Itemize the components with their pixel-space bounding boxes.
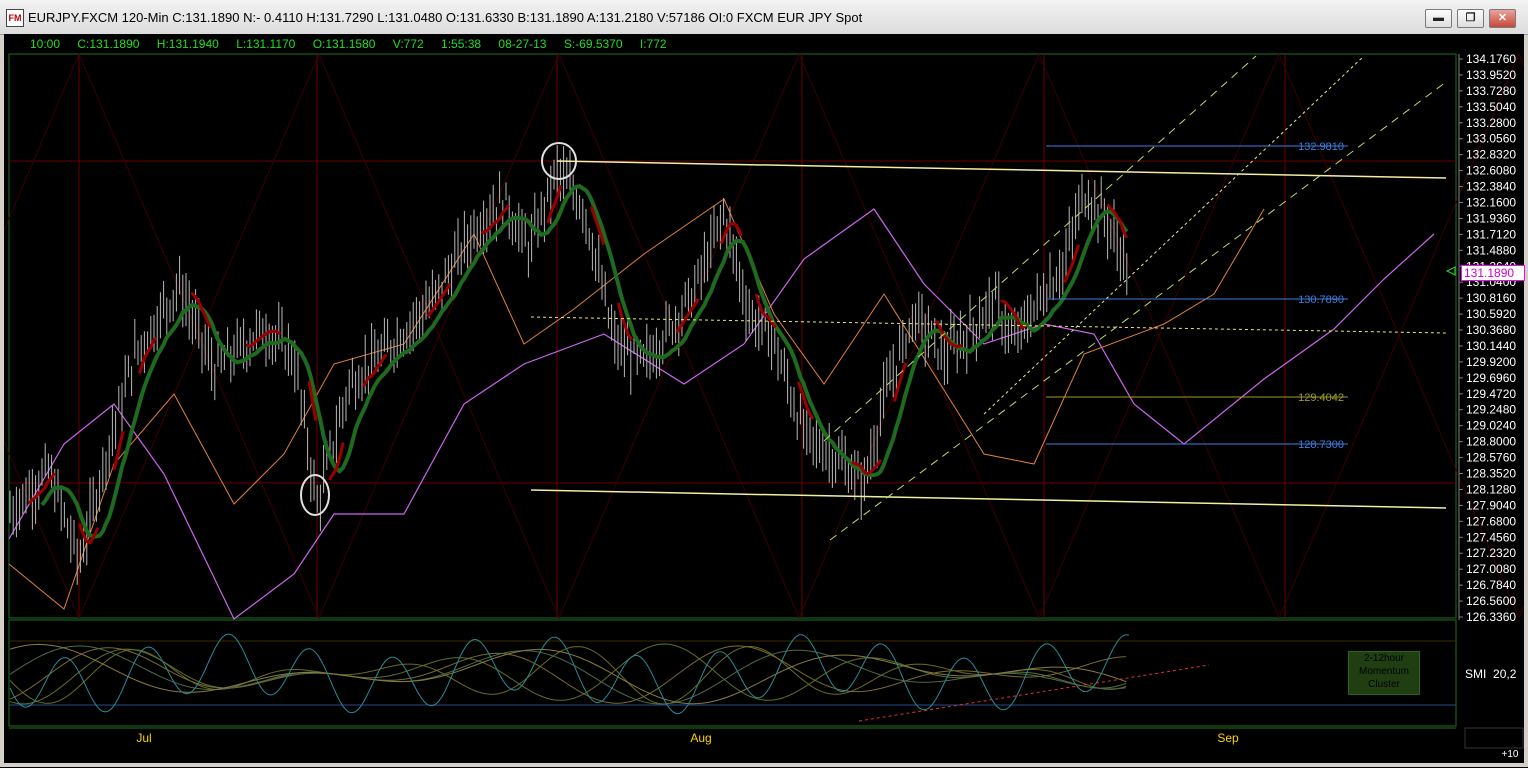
title-bar[interactable]: FM EURJPY.FXCM 120-Min C:131.1890 N:- 0.… [0,0,1528,35]
price-tick-label: 130.5920 [1466,307,1516,321]
info-high: H:131.1940 [156,37,219,51]
price-tick-label: 132.8320 [1466,148,1516,162]
smi-note-line: Cluster [1368,679,1400,690]
price-tick-label: 127.4560 [1466,530,1516,544]
smi-note-box[interactable]: 2-12hour Momentum Cluster [1348,651,1420,695]
smi-name: SMI [1465,667,1487,681]
info-open: O:131.1580 [312,37,376,51]
price-tick-label: 126.5600 [1466,594,1516,608]
price-tick-label: 129.6960 [1466,371,1516,385]
bar-info-row: 10:00 C:131.1890 H:131.1940 L:131.1170 O… [30,37,681,51]
restore-button[interactable]: ❐ [1457,9,1484,28]
info-low: L:131.1170 [236,37,296,51]
price-tick-label: 126.7840 [1466,578,1516,592]
window-title: EURJPY.FXCM 120-Min C:131.1890 N:- 0.411… [28,10,863,25]
info-time: 10:00 [30,37,61,51]
price-tick-label: 131.9360 [1466,211,1516,225]
price-tick-label: 129.4720 [1466,387,1516,401]
scroll-label: +10 [1502,749,1519,760]
fib-level-label: 129.4042 [1298,392,1344,404]
price-tick-label: 132.1600 [1466,195,1516,209]
smi-indicator-label: SMI 20,2 [1465,667,1516,681]
price-tick-label: 134.1760 [1466,52,1516,66]
info-volume: V:772 [392,37,424,51]
price-tick-label: 130.3680 [1466,323,1516,337]
price-tick-label: 133.0560 [1466,132,1516,146]
fib-level-label: 130.7890 [1298,294,1344,306]
close-button[interactable]: ✕ [1489,9,1516,28]
price-axis[interactable]: 134.1760 133.9520 133.7280 133.5040 133.2800… [1445,52,1516,624]
fib-level-label: 128.7300 [1298,439,1344,451]
gann-diagonal [1518,595,1528,619]
app-icon: FM [6,9,24,27]
time-axis-label: Jul [136,731,151,745]
info-elapsed: 1:55:38 [441,37,482,51]
price-chart[interactable]: 132.9810 130.7890 129.4042 128.7300 134.176… [0,34,1528,763]
time-axis-label: Sep [1217,731,1239,745]
price-tick-label: 127.2320 [1466,546,1516,560]
smi-panel-frame [8,619,1457,727]
price-tick-label: 131.4880 [1466,243,1516,257]
chart-area[interactable]: 132.9810 130.7890 129.4042 128.7300 134.176… [0,34,1528,763]
fib-level-label: 132.9810 [1298,141,1344,153]
time-axis-label: Aug [690,731,711,745]
price-tick-label: 128.8000 [1466,435,1516,449]
price-tick-label: 127.0080 [1466,562,1516,576]
minimize-button[interactable]: ▬ [1425,9,1452,28]
current-price-label: 131.1890 [1461,265,1525,281]
gann-diagonal [1518,53,1528,77]
price-tick-label: 131.7120 [1466,227,1516,241]
smi-note-line: 2-12hour [1363,653,1405,664]
chart-grid [0,53,1528,727]
price-tick-label: 133.9520 [1466,68,1516,82]
info-s-value: S:-69.5370 [563,37,623,51]
price-tick-label: 132.6080 [1466,164,1516,178]
price-tick-label: 128.5760 [1466,451,1516,465]
main-panel-frame [8,53,1457,619]
scroll-box [1464,727,1524,749]
price-tick-label: 126.3360 [1466,610,1516,624]
price-tick-label: 128.1280 [1466,482,1516,496]
price-tick-label: 128.3520 [1466,467,1516,481]
price-tick-label: 130.8160 [1466,291,1516,305]
time-axis[interactable]: Jul Aug Sep +10 [9,727,1524,760]
price-tick-label: 129.2480 [1466,403,1516,417]
price-tick-label: 133.7280 [1466,84,1516,98]
info-i-value: I:772 [639,37,667,51]
price-tick-label: 133.5040 [1466,100,1516,114]
price-tick-label: 127.6800 [1466,514,1516,528]
price-tick-label: 129.9200 [1466,355,1516,369]
price-tick-label: 127.9040 [1466,498,1516,512]
price-tick-label: 129.0240 [1466,419,1516,433]
price-tick-label: 130.1440 [1466,339,1516,353]
info-close: C:131.1890 [77,37,140,51]
smi-note-line: Momentum [1358,666,1409,677]
chart-window: FM EURJPY.FXCM 120-Min C:131.1890 N:- 0.… [0,0,1528,767]
smi-params: 20,2 [1493,667,1517,681]
price-tick-label: 132.3840 [1466,180,1516,194]
info-date: 08-27-13 [498,37,547,51]
price-tick-label: 133.2800 [1466,116,1516,130]
